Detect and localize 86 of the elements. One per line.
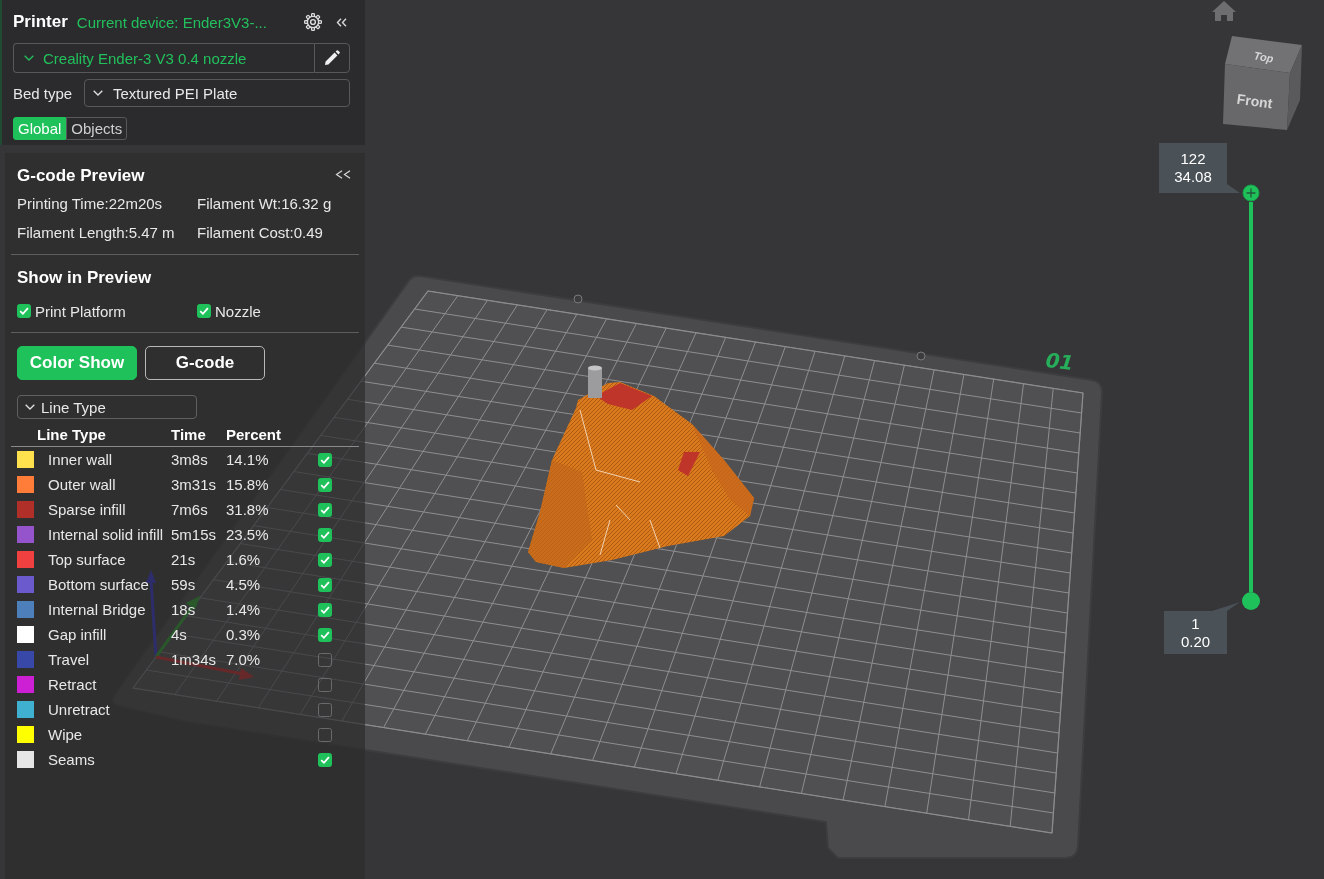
checkbox[interactable] bbox=[17, 304, 31, 318]
visibility-checkbox[interactable] bbox=[318, 577, 332, 592]
chevron-down-icon bbox=[24, 55, 34, 61]
slider-handle[interactable] bbox=[1242, 184, 1260, 202]
collapse-icon[interactable] bbox=[336, 17, 347, 27]
column-header: Line Type bbox=[37, 425, 107, 443]
line-type-name: Wipe bbox=[48, 726, 84, 743]
time-value: 3m8s bbox=[171, 451, 208, 468]
settings-icon[interactable] bbox=[304, 13, 322, 31]
time-value: 7m6s bbox=[171, 501, 208, 518]
time-value: 18s bbox=[171, 601, 196, 618]
panel-title: Printer bbox=[13, 12, 68, 32]
visibility-checkbox[interactable] bbox=[318, 452, 332, 467]
percent-value: 23.5% bbox=[226, 526, 269, 543]
visibility-checkbox[interactable] bbox=[318, 677, 332, 692]
line-type-name: Inner wall bbox=[48, 451, 114, 468]
visibility-checkbox[interactable] bbox=[318, 502, 332, 517]
pencil-icon bbox=[324, 50, 340, 66]
section-title: Show in Preview bbox=[16, 267, 153, 289]
percent-value: 14.1% bbox=[226, 451, 269, 468]
option-label: Nozzle bbox=[215, 302, 261, 320]
line-type-name: Internal solid infill bbox=[48, 526, 165, 543]
visibility-checkbox[interactable] bbox=[318, 477, 332, 492]
slider-handle[interactable] bbox=[1242, 592, 1260, 610]
percent-value: 1.6% bbox=[226, 551, 261, 568]
percent-value: 31.8% bbox=[226, 501, 269, 518]
view-type-dropdown[interactable]: Line Type bbox=[17, 395, 197, 419]
visibility-checkbox[interactable] bbox=[318, 527, 332, 542]
layer-slider-track[interactable] bbox=[1249, 202, 1253, 592]
time-value: 3m31s bbox=[171, 476, 217, 493]
percent-value: 7.0% bbox=[226, 651, 261, 668]
visibility-checkbox[interactable] bbox=[318, 652, 332, 667]
visibility-checkbox[interactable] bbox=[318, 552, 332, 567]
time-value: 59s bbox=[171, 576, 196, 593]
cube-face-label[interactable]: Top bbox=[1252, 49, 1275, 65]
layer-height: 34.08 bbox=[1174, 168, 1212, 186]
line-type-name: Top surface bbox=[48, 551, 127, 568]
chevron-down-icon bbox=[25, 404, 35, 410]
current-device-label: Current device: Ender3V3-... bbox=[76, 13, 267, 31]
column-header: Time bbox=[171, 425, 207, 443]
nozzle-icon bbox=[588, 365, 602, 398]
line-type-name: Unretract bbox=[48, 701, 111, 718]
stat-text: Filament Length:5.47 m bbox=[17, 224, 176, 241]
column-header: Percent bbox=[226, 425, 283, 443]
stat-text: Filament Cost:0.49 bbox=[197, 224, 324, 241]
option-label: Print Platform bbox=[35, 302, 126, 320]
line-type-name: Gap infill bbox=[48, 626, 108, 643]
line-type-name: Internal Bridge bbox=[48, 601, 147, 618]
line-type-name: Retract bbox=[48, 676, 98, 693]
percent-value: 1.4% bbox=[226, 601, 261, 618]
stat-text: Filament Wt:16.32 g bbox=[197, 195, 333, 212]
line-type-name: Travel bbox=[48, 651, 91, 668]
layer-number: 1 bbox=[1191, 615, 1200, 633]
printer-preset-dropdown[interactable]: Creality Ender-3 V3 0.4 nozzle bbox=[13, 43, 314, 73]
visibility-checkbox[interactable] bbox=[318, 727, 332, 742]
scope-tab[interactable]: Objects bbox=[66, 117, 128, 140]
view-cube[interactable] bbox=[1223, 36, 1302, 130]
visibility-checkbox[interactable] bbox=[318, 702, 332, 717]
line-type-name: Seams bbox=[48, 751, 96, 768]
layer-number: 122 bbox=[1180, 150, 1206, 168]
line-type-name: Outer wall bbox=[48, 476, 117, 493]
plate-number: 01 bbox=[1044, 347, 1075, 376]
time-value: 1m34s bbox=[171, 651, 217, 668]
time-value: 4s bbox=[171, 626, 187, 643]
panel-title: G-code Preview bbox=[17, 166, 145, 186]
line-type-name: Sparse infill bbox=[48, 501, 127, 518]
time-value: 5m15s bbox=[171, 526, 217, 543]
bed-type-dropdown[interactable]: Textured PEI Plate bbox=[84, 79, 350, 107]
layer-height: 0.20 bbox=[1180, 633, 1211, 651]
percent-value: 0.3% bbox=[226, 626, 261, 643]
stat-text: Printing Time:22m20s bbox=[17, 195, 164, 212]
edit-preset-button[interactable] bbox=[314, 43, 350, 73]
visibility-checkbox[interactable] bbox=[318, 602, 332, 617]
cube-face-label[interactable]: Front bbox=[1235, 90, 1274, 112]
home-icon[interactable] bbox=[1212, 1, 1236, 21]
visibility-checkbox[interactable] bbox=[318, 627, 332, 642]
chevron-down-icon bbox=[93, 90, 103, 96]
collapse-icon[interactable] bbox=[335, 169, 351, 179]
time-value: 21s bbox=[171, 551, 196, 568]
percent-value: 4.5% bbox=[226, 576, 261, 593]
percent-value: 15.8% bbox=[226, 476, 269, 493]
view-mode-button[interactable]: G-code bbox=[145, 346, 265, 380]
line-type-name: Bottom surface bbox=[48, 576, 150, 593]
checkbox[interactable] bbox=[197, 304, 211, 318]
bed-type-label: Bed type bbox=[13, 84, 74, 102]
visibility-checkbox[interactable] bbox=[318, 752, 332, 767]
